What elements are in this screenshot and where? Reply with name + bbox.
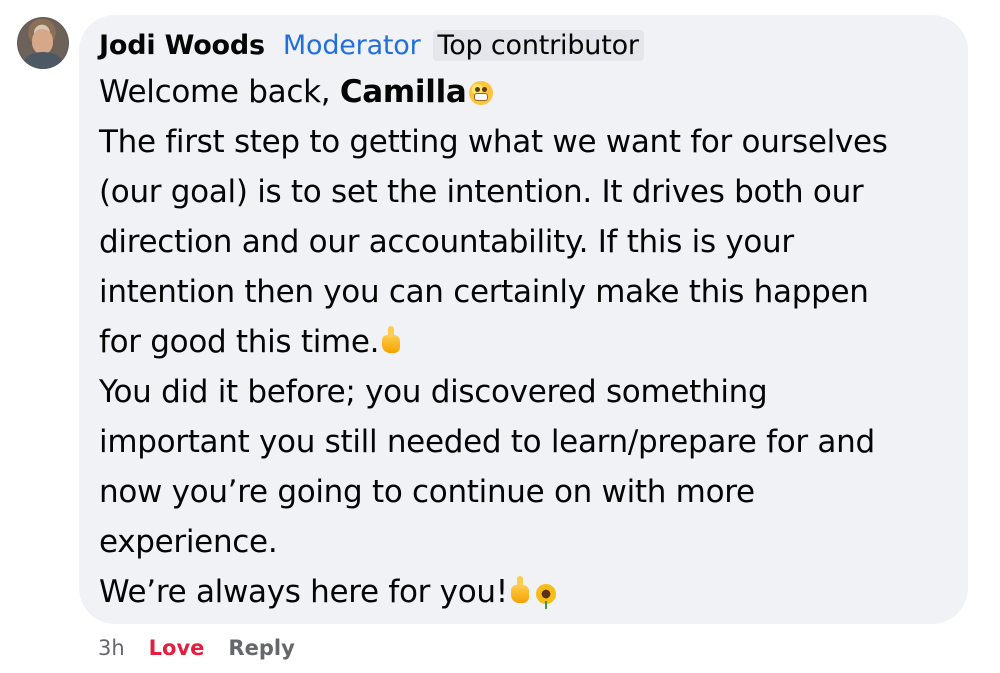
comment-line: important you still needed to learn/prep…: [99, 424, 875, 460]
moderator-label[interactable]: Moderator: [283, 30, 421, 61]
comment-time[interactable]: 3h: [98, 636, 125, 660]
comment-line: direction and our accountability. If thi…: [99, 224, 794, 260]
comment-line-with-thumb: for good this time.: [99, 317, 948, 367]
closing-text: We’re always here for you!: [99, 574, 508, 610]
comment-bubble: Jodi Woods Moderator Top contributor Wel…: [79, 15, 968, 624]
reply-button[interactable]: Reply: [228, 636, 294, 660]
comment-line: experience.: [99, 524, 278, 560]
comment-line: (our goal) is to set the intention. It d…: [99, 174, 864, 210]
author-name[interactable]: Jodi Woods: [99, 30, 265, 61]
avatar-face: [32, 29, 53, 54]
grinning-face-icon: [468, 81, 493, 105]
comment-actions: 3h Love Reply: [98, 634, 295, 662]
comment-body: Welcome back, Camilla The first step to …: [99, 67, 948, 617]
comment-line: intention then you can certainly make th…: [99, 274, 869, 310]
love-reaction-button[interactable]: Love: [149, 636, 205, 660]
comment-line: You did it before; you discovered someth…: [99, 374, 768, 410]
greeting-line: Welcome back, Camilla: [99, 67, 948, 117]
closing-line: We’re always here for you!: [99, 567, 948, 617]
greeting-prefix: Welcome back,: [99, 74, 340, 110]
greeting-name[interactable]: Camilla: [340, 74, 467, 110]
sunflower-icon: [535, 583, 557, 609]
comment-line: The first step to getting what we want f…: [99, 124, 888, 160]
comment-header: Jodi Woods Moderator Top contributor: [99, 24, 948, 67]
comment-line: now you’re going to continue on with mor…: [99, 474, 755, 510]
thumbs-up-icon: [382, 326, 401, 353]
avatar-shoulders: [23, 52, 63, 69]
comment-line-text: for good this time.: [99, 324, 380, 360]
avatar[interactable]: [17, 17, 69, 69]
thumbs-up-icon: [510, 576, 529, 603]
top-contributor-badge: Top contributor: [432, 30, 644, 61]
